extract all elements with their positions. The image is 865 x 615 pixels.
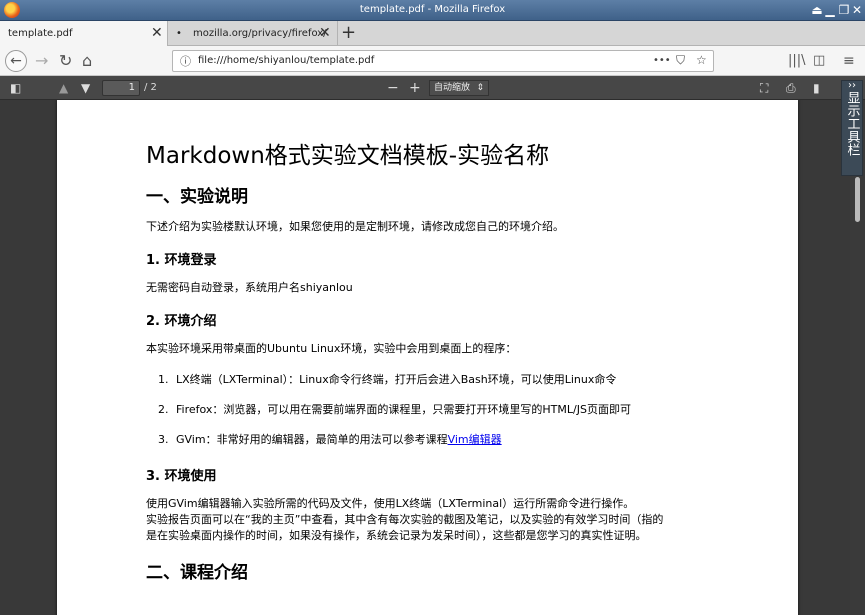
library-icon[interactable]: |||\ xyxy=(788,51,806,71)
url-text[interactable]: file:///home/shiyanlou/template.pdf xyxy=(198,55,374,66)
home-icon[interactable]: ⌂ xyxy=(82,51,92,71)
window-titlebar: template.pdf - Mozilla Firefox ⏏ ▁ ❐ ✕ xyxy=(0,0,865,21)
zoom-select[interactable]: 自动缩放 ⇕ xyxy=(429,80,489,96)
zoom-select-value: 自动缩放 xyxy=(434,83,471,93)
pdf-page: Markdown格式实验文档模板-实验名称 一、实验说明 下述介绍为实验楼默认环… xyxy=(57,100,798,615)
paragraph: 下述介绍为实验楼默认环境，如果您使用的是定制环境，请修改成您自己的环境介绍。 xyxy=(146,220,564,233)
chevron-up-icon: ›› xyxy=(848,80,856,91)
scrollbar-thumb[interactable] xyxy=(855,177,860,222)
paragraph: 使用GVim编辑器输入实验所需的代码及文件，使用LX终端（LXTerminal）… xyxy=(146,497,635,510)
site-info-icon[interactable]: ⓘ xyxy=(180,53,191,69)
close-tab-icon[interactable]: ✕ xyxy=(151,25,163,41)
document-title: Markdown格式实验文档模板-实验名称 xyxy=(146,143,550,169)
page-number-input[interactable]: 1 xyxy=(102,80,140,96)
tab-mozilla-privacy[interactable]: • mozilla.org/privacy/firefox/ ✕ xyxy=(168,21,338,46)
pdf-toolbar: ◧ ▲ ▼ 1 / 2 − + 自动缩放 ⇕ ⛶ ⎙ ▮ xyxy=(0,76,865,100)
show-toolbar-toggle[interactable]: ›› 显示工具栏 xyxy=(841,80,863,176)
new-tab-icon[interactable]: + xyxy=(341,22,356,43)
tab-label: template.pdf xyxy=(8,28,73,39)
select-arrows-icon: ⇕ xyxy=(476,83,484,93)
list-item: 3. GVim：非常好用的编辑器，最简单的用法可以参考课程Vim编辑器 xyxy=(158,433,502,446)
navigation-toolbar: ← → ↻ ⌂ ⓘ file:///home/shiyanlou/templat… xyxy=(0,46,865,76)
close-window-icon[interactable]: ✕ xyxy=(849,2,865,18)
list-item: 1. LX终端（LXTerminal）：Linux命令行终端，打开后会进入Bash… xyxy=(158,373,617,386)
previous-page-icon[interactable]: ▲ xyxy=(59,80,68,96)
pdf-viewer-container[interactable]: Markdown格式实验文档模板-实验名称 一、实验说明 下述介绍为实验楼默认环… xyxy=(0,100,850,615)
zoom-in-button[interactable]: + xyxy=(409,80,421,96)
subsection-heading: 1. 环境登录 xyxy=(146,253,217,268)
subsection-heading: 2. 环境介绍 xyxy=(146,314,217,329)
tab-template-pdf[interactable]: template.pdf ✕ xyxy=(0,21,168,46)
menu-hamburger-icon[interactable]: ≡ xyxy=(843,51,855,71)
window-title: template.pdf - Mozilla Firefox xyxy=(359,4,506,15)
url-bar[interactable]: ⓘ file:///home/shiyanlou/template.pdf ••… xyxy=(172,50,714,72)
list-item: 2. Firefox：浏览器，可以用在需要前端界面的课程里，只需要打开环境里写的H… xyxy=(158,403,631,416)
pdf-page-content: Markdown格式实验文档模板-实验名称 一、实验说明 下述介绍为实验楼默认环… xyxy=(146,136,736,595)
zoom-out-button[interactable]: − xyxy=(387,80,399,96)
paragraph: 无需密码自动登录，系统用户名shiyanlou xyxy=(146,281,353,294)
toggle-sidebar-icon[interactable]: ◧ xyxy=(10,80,21,96)
page-total: / 2 xyxy=(144,82,157,93)
paragraph: 本实验环境采用带桌面的Ubuntu Linux环境，实验中会用到桌面上的程序： xyxy=(146,342,517,355)
page-actions-icon[interactable]: ••• xyxy=(653,55,671,66)
close-tab-icon[interactable]: ✕ xyxy=(319,25,331,41)
reload-icon[interactable]: ↻ xyxy=(59,51,72,71)
section-heading: 一、实验说明 xyxy=(146,187,248,207)
bookmark-star-icon[interactable]: ☆ xyxy=(696,53,707,67)
vim-editor-link[interactable]: Vim编辑器 xyxy=(448,433,502,446)
presentation-mode-icon[interactable]: ⛶ xyxy=(760,80,768,96)
paragraph: 实验报告页面可以在“我的主页”中查看，其中含有每次实验的截图及笔记，以及实验的有… xyxy=(146,513,664,526)
show-toolbar-label: 显示工具栏 xyxy=(844,91,860,156)
print-icon[interactable]: ⎙ xyxy=(786,80,796,96)
sidebar-icon[interactable]: ◫ xyxy=(813,51,825,71)
program-list: 1. LX终端（LXTerminal）：Linux命令行终端，打开后会进入Bash… xyxy=(158,371,736,447)
next-page-icon[interactable]: ▼ xyxy=(81,80,90,96)
tab-label: mozilla.org/privacy/firefox/ xyxy=(193,28,327,39)
subsection-heading: 3. 环境使用 xyxy=(146,469,217,484)
bookmark-icon[interactable]: ▮ xyxy=(813,80,820,96)
section-heading: 二、课程介绍 xyxy=(146,563,248,583)
tab-strip: template.pdf ✕ • mozilla.org/privacy/fir… xyxy=(0,21,865,46)
vertical-scrollbar[interactable] xyxy=(850,100,865,615)
pocket-icon[interactable]: ⛉ xyxy=(676,53,685,68)
back-icon[interactable]: ← xyxy=(5,50,27,72)
forward-icon[interactable]: → xyxy=(35,51,48,71)
paragraph: 是在实验桌面内操作的时间，如果没有操作，系统会记录为发呆时间），这些都是您学习的… xyxy=(146,529,647,542)
tab-favicon-dot-icon: • xyxy=(176,28,182,39)
